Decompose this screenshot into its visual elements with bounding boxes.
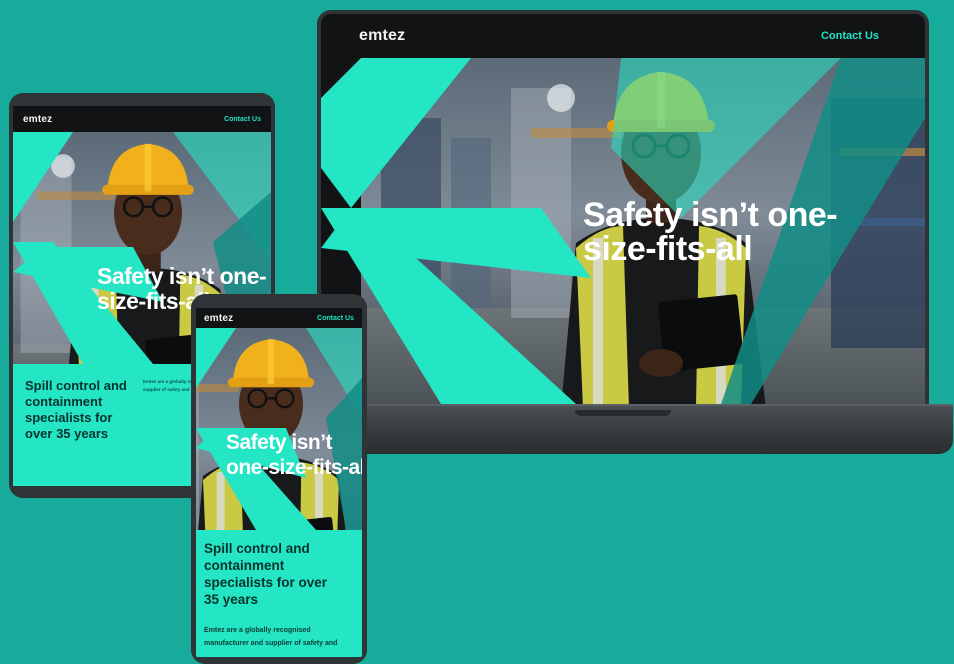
site-header: emtez Contact Us <box>321 14 925 58</box>
hero-banner: Safety isn’t one-size-fits-all <box>321 58 925 404</box>
site-header: emtez Contact Us <box>196 308 362 328</box>
contact-link[interactable]: Contact Us <box>821 30 879 42</box>
laptop-mockup: emtez Contact Us Safety isn’t one-size-f… <box>309 10 953 462</box>
contact-link[interactable]: Contact Us <box>224 116 261 123</box>
site-header: emtez Contact Us <box>13 106 271 132</box>
hero-image <box>196 328 362 530</box>
brand-logo[interactable]: emtez <box>204 313 233 324</box>
intro-subhead: Spill control and containment specialist… <box>25 378 127 441</box>
brand-logo[interactable]: emtez <box>359 27 405 45</box>
phone-mockup: emtez Contact Us Safety isn’t one-size-f… <box>191 294 367 664</box>
brand-logo[interactable]: emtez <box>23 114 52 125</box>
intro-subhead: Spill control and containment specialist… <box>204 541 328 607</box>
laptop-notch <box>575 410 671 416</box>
contact-link[interactable]: Contact Us <box>317 315 354 322</box>
laptop-screen: emtez Contact Us Safety isn’t one-size-f… <box>321 14 925 404</box>
hero-headline: Safety isn’t one-size-fits-all <box>226 431 362 479</box>
laptop-bezel: emtez Contact Us Safety isn’t one-size-f… <box>317 10 929 410</box>
intro-section: Spill control and containment specialist… <box>196 530 362 657</box>
hero-headline: Safety isn’t one-size-fits-all <box>583 196 838 268</box>
hero-banner: Safety isn’t one-size-fits-all <box>196 328 362 530</box>
intro-body: Emtez are a globally recognised manufact… <box>204 627 338 647</box>
phone-screen: emtez Contact Us Safety isn’t one-size-f… <box>196 308 362 657</box>
